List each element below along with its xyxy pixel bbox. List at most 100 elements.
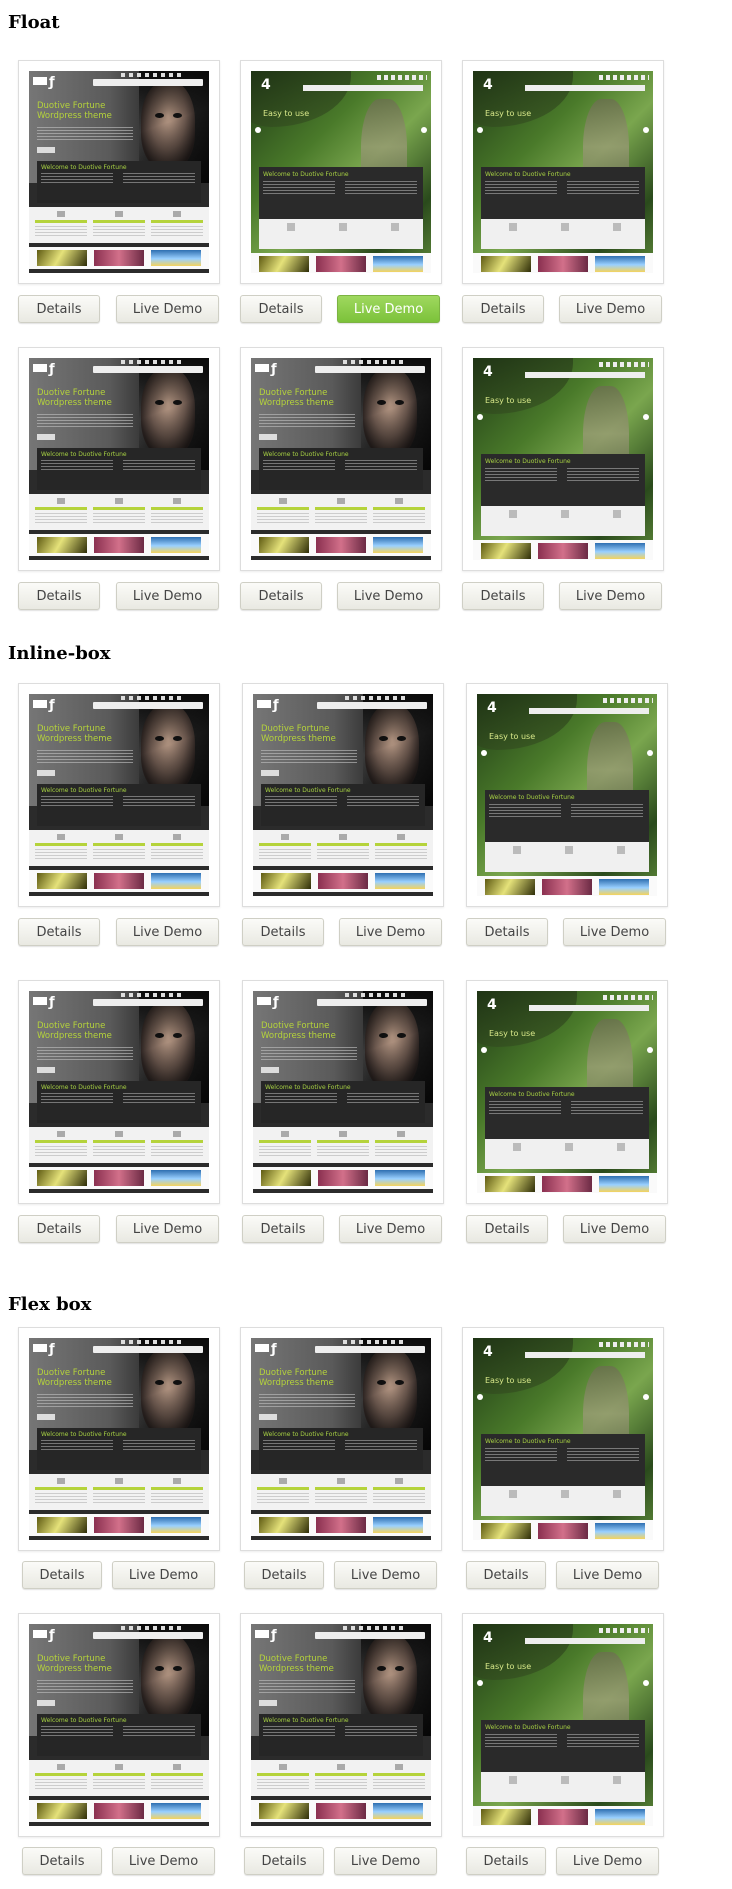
live-demo-button[interactable]: Live Demo [559, 295, 662, 323]
theme-card[interactable]: 4 Easy to use Welcome to Duotive Fortune [462, 60, 664, 284]
logo: 4 [483, 1630, 493, 1646]
logo: 4 [261, 77, 271, 93]
theme-card[interactable]: ƒ Duotive Fortune Wordpress theme Welcom… [242, 980, 444, 1204]
theme-preview-dark[interactable]: ƒ Duotive Fortune Wordpress theme Welcom… [29, 1624, 209, 1826]
details-button[interactable]: Details [462, 295, 544, 323]
theme-preview-green[interactable]: 4 Easy to use Welcome to Duotive Fortune [473, 1624, 653, 1826]
preview-title: Duotive Fortune Wordpress theme [37, 1368, 112, 1388]
preview-title: Easy to use [485, 396, 532, 405]
theme-preview-dark[interactable]: ƒ Duotive Fortune Wordpress theme Welcom… [29, 71, 209, 273]
theme-preview-dark[interactable]: ƒ Duotive Fortune Wordpress theme Welcom… [251, 1338, 431, 1540]
theme-preview-dark[interactable]: ƒ Duotive Fortune Wordpress theme Welcom… [253, 694, 433, 896]
live-demo-button[interactable]: Live Demo [116, 1215, 219, 1243]
logo: 4 [483, 1344, 493, 1360]
logo: ƒ [271, 1342, 277, 1357]
logo: 4 [483, 77, 493, 93]
theme-card[interactable]: ƒ Duotive Fortune Wordpress theme Welcom… [18, 980, 220, 1204]
logo: 4 [487, 700, 497, 716]
preview-title: Easy to use [485, 1376, 532, 1385]
theme-card[interactable]: 4 Easy to use Welcome to Duotive Fortune [462, 1327, 664, 1551]
theme-card[interactable]: ƒ Duotive Fortune Wordpress theme Welcom… [18, 60, 220, 284]
theme-card[interactable]: 4 Easy to use Welcome to Duotive Fortune [240, 60, 442, 284]
logo-box [255, 1344, 269, 1352]
live-demo-button[interactable]: Live Demo [339, 1215, 442, 1243]
details-button[interactable]: Details [18, 295, 100, 323]
details-button[interactable]: Details [240, 582, 322, 610]
details-button[interactable]: Details [22, 1561, 102, 1589]
theme-card[interactable]: ƒ Duotive Fortune Wordpress theme Welcom… [240, 347, 442, 571]
theme-preview-dark[interactable]: ƒ Duotive Fortune Wordpress theme Welcom… [29, 358, 209, 560]
live-demo-button[interactable]: Live Demo [563, 918, 666, 946]
preview-title: Easy to use [485, 1662, 532, 1671]
live-demo-button[interactable]: Live Demo [116, 295, 219, 323]
preview-title: Duotive Fortune Wordpress theme [37, 1021, 112, 1041]
details-button[interactable]: Details [242, 1215, 324, 1243]
details-button[interactable]: Details [244, 1847, 324, 1875]
welcome-heading: Welcome to Duotive Fortune [265, 787, 351, 794]
theme-card[interactable]: ƒ Duotive Fortune Wordpress theme Welcom… [18, 1613, 220, 1837]
theme-preview-dark[interactable]: ƒ Duotive Fortune Wordpress theme Welcom… [251, 1624, 431, 1826]
live-demo-button[interactable]: Live Demo [339, 918, 442, 946]
live-demo-button[interactable]: Live Demo [334, 1561, 437, 1589]
live-demo-button[interactable]: Live Demo [337, 295, 440, 323]
theme-card[interactable]: 4 Easy to use Welcome to Duotive Fortune [466, 980, 668, 1204]
live-demo-button[interactable]: Live Demo [112, 1847, 215, 1875]
preview-title: Duotive Fortune Wordpress theme [37, 1654, 112, 1674]
live-demo-button[interactable]: Live Demo [116, 582, 219, 610]
preview-title: Easy to use [489, 732, 536, 741]
live-demo-button[interactable]: Live Demo [337, 582, 440, 610]
theme-card[interactable]: ƒ Duotive Fortune Wordpress theme Welcom… [242, 683, 444, 907]
theme-card[interactable]: ƒ Duotive Fortune Wordpress theme Welcom… [240, 1327, 442, 1551]
theme-card[interactable]: ƒ Duotive Fortune Wordpress theme Welcom… [18, 347, 220, 571]
details-button[interactable]: Details [22, 1847, 102, 1875]
live-demo-button[interactable]: Live Demo [112, 1561, 215, 1589]
preview-title: Duotive Fortune Wordpress theme [259, 388, 334, 408]
theme-preview-green[interactable]: 4 Easy to use Welcome to Duotive Fortune [473, 1338, 653, 1540]
theme-preview-green[interactable]: 4 Easy to use Welcome to Duotive Fortune [473, 71, 653, 273]
theme-preview-green[interactable]: 4 Easy to use Welcome to Duotive Fortune [473, 358, 653, 560]
theme-card[interactable]: ƒ Duotive Fortune Wordpress theme Welcom… [18, 1327, 220, 1551]
theme-card[interactable]: 4 Easy to use Welcome to Duotive Fortune [462, 1613, 664, 1837]
details-button[interactable]: Details [18, 1215, 100, 1243]
welcome-heading: Welcome to Duotive Fortune [41, 1084, 127, 1091]
logo: ƒ [273, 698, 279, 713]
live-demo-button[interactable]: Live Demo [334, 1847, 437, 1875]
details-button[interactable]: Details [466, 1847, 546, 1875]
welcome-heading: Welcome to Duotive Fortune [263, 1717, 349, 1724]
live-demo-button[interactable]: Live Demo [559, 582, 662, 610]
theme-preview-dark[interactable]: ƒ Duotive Fortune Wordpress theme Welcom… [253, 991, 433, 1193]
welcome-heading: Welcome to Duotive Fortune [489, 1091, 575, 1098]
theme-preview-green[interactable]: 4 Easy to use Welcome to Duotive Fortune [477, 991, 657, 1193]
details-button[interactable]: Details [244, 1561, 324, 1589]
live-demo-button[interactable]: Live Demo [116, 918, 219, 946]
logo: ƒ [49, 698, 55, 713]
theme-preview-dark[interactable]: ƒ Duotive Fortune Wordpress theme Welcom… [29, 991, 209, 1193]
theme-preview-dark[interactable]: ƒ Duotive Fortune Wordpress theme Welcom… [251, 358, 431, 560]
preview-title: Easy to use [485, 109, 532, 118]
logo: ƒ [49, 995, 55, 1010]
details-button[interactable]: Details [18, 918, 100, 946]
details-button[interactable]: Details [466, 1561, 546, 1589]
section-heading-inline-box: Inline-box [8, 643, 111, 664]
theme-preview-green[interactable]: 4 Easy to use Welcome to Duotive Fortune [477, 694, 657, 896]
logo: ƒ [271, 1628, 277, 1643]
preview-title: Easy to use [489, 1029, 536, 1038]
live-demo-button[interactable]: Live Demo [563, 1215, 666, 1243]
details-button[interactable]: Details [466, 918, 548, 946]
welcome-heading: Welcome to Duotive Fortune [263, 1431, 349, 1438]
live-demo-button[interactable]: Live Demo [556, 1847, 659, 1875]
theme-preview-green[interactable]: 4 Easy to use Welcome to Duotive Fortune [251, 71, 431, 273]
logo: ƒ [273, 995, 279, 1010]
live-demo-button[interactable]: Live Demo [556, 1561, 659, 1589]
theme-card[interactable]: 4 Easy to use Welcome to Duotive Fortune [466, 683, 668, 907]
details-button[interactable]: Details [18, 582, 100, 610]
details-button[interactable]: Details [462, 582, 544, 610]
theme-preview-dark[interactable]: ƒ Duotive Fortune Wordpress theme Welcom… [29, 1338, 209, 1540]
details-button[interactable]: Details [240, 295, 322, 323]
details-button[interactable]: Details [466, 1215, 548, 1243]
theme-card[interactable]: ƒ Duotive Fortune Wordpress theme Welcom… [18, 683, 220, 907]
details-button[interactable]: Details [242, 918, 324, 946]
theme-card[interactable]: ƒ Duotive Fortune Wordpress theme Welcom… [240, 1613, 442, 1837]
theme-card[interactable]: 4 Easy to use Welcome to Duotive Fortune [462, 347, 664, 571]
theme-preview-dark[interactable]: ƒ Duotive Fortune Wordpress theme Welcom… [29, 694, 209, 896]
